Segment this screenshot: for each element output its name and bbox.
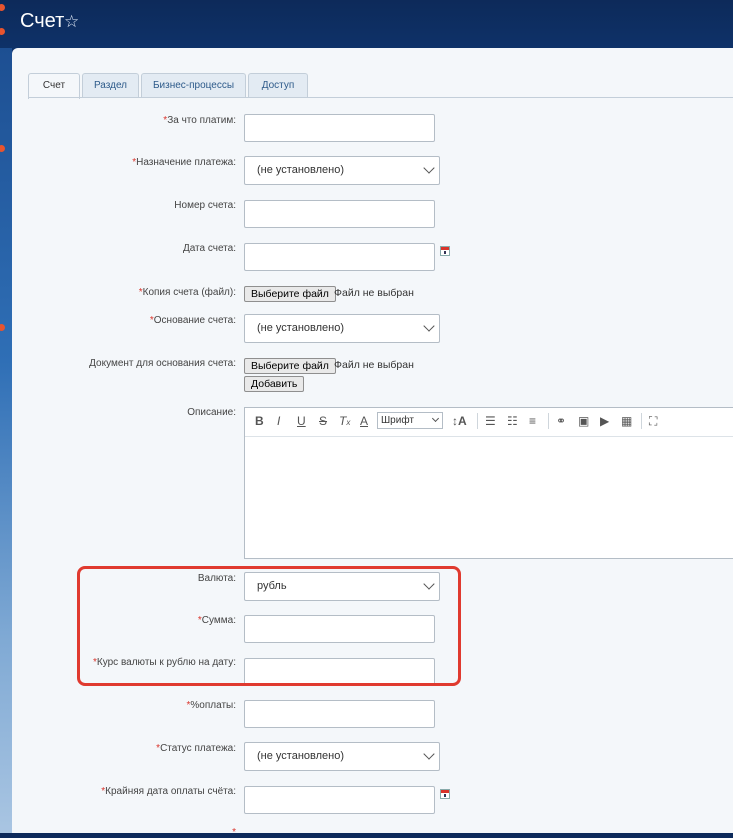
due-date-input[interactable] bbox=[244, 786, 435, 814]
tab-invoice[interactable]: Счет bbox=[28, 73, 80, 99]
page-title: Счет bbox=[20, 10, 65, 32]
toolbar-separator bbox=[548, 413, 549, 429]
table-icon[interactable]: ▦ bbox=[621, 414, 632, 428]
basis-select[interactable]: (не установлено) bbox=[244, 314, 440, 343]
add-button[interactable]: Добавить bbox=[244, 376, 305, 392]
toolbar-separator bbox=[477, 413, 478, 429]
notification-dot bbox=[0, 4, 5, 11]
chevron-down-icon bbox=[423, 320, 435, 332]
tab-access[interactable]: Доступ bbox=[248, 73, 308, 98]
italic-icon[interactable]: I bbox=[277, 414, 280, 428]
underline-icon[interactable]: U bbox=[297, 414, 306, 428]
text-color-icon[interactable]: A bbox=[360, 414, 368, 428]
paid-percent-label: *%оплаты: bbox=[186, 700, 237, 711]
pay-for-input[interactable] bbox=[244, 114, 435, 142]
toolbar-separator bbox=[641, 413, 642, 429]
title-bar: Счет ☆ bbox=[0, 0, 733, 48]
chevron-down-icon bbox=[423, 748, 435, 760]
purpose-label: *Назначение платежа: bbox=[132, 157, 236, 168]
description-label: Описание: bbox=[187, 407, 236, 418]
invoice-date-input[interactable] bbox=[244, 243, 435, 271]
numbered-list-icon[interactable]: ☰ bbox=[485, 414, 496, 428]
fullscreen-icon[interactable]: ⛶ bbox=[649, 414, 657, 429]
invoice-number-input[interactable] bbox=[244, 200, 435, 228]
font-size-icon[interactable]: ↕A bbox=[452, 414, 467, 428]
left-sidebar-strip bbox=[0, 48, 12, 833]
link-icon[interactable]: ⚭ bbox=[556, 414, 566, 428]
image-icon[interactable]: ▣ bbox=[578, 414, 589, 428]
invoice-copy-label: *Копия счета (файл): bbox=[138, 287, 236, 298]
notification-dot bbox=[0, 28, 5, 35]
calendar-icon[interactable] bbox=[440, 246, 450, 256]
font-select[interactable]: Шрифт bbox=[377, 412, 443, 429]
tab-section[interactable]: Раздел bbox=[82, 73, 139, 98]
form-panel: Счет Раздел Бизнес-процессы Доступ *За ч… bbox=[12, 48, 733, 838]
video-icon[interactable]: ▶ bbox=[600, 414, 609, 428]
description-editor[interactable]: B I U S Tx A Шрифт ↕A ☰ ☷ ≡ ⚭ ▣ ▶ ▦ ⛶ bbox=[244, 407, 733, 559]
bold-icon[interactable]: B bbox=[255, 414, 264, 428]
strikethrough-icon[interactable]: S bbox=[319, 414, 327, 428]
invoice-number-label: Номер счета: bbox=[174, 200, 236, 211]
file-status: Файл не выбран bbox=[334, 359, 414, 371]
highlight-frame bbox=[77, 566, 461, 686]
tab-divider bbox=[28, 97, 733, 98]
file-status: Файл не выбран bbox=[334, 287, 414, 299]
bullet-list-icon[interactable]: ☷ bbox=[507, 414, 518, 428]
pay-for-label: *За что платим: bbox=[163, 115, 236, 126]
tab-business-processes[interactable]: Бизнес-процессы bbox=[141, 73, 246, 98]
notification-dot bbox=[0, 324, 5, 331]
invoice-date-label: Дата счета: bbox=[182, 243, 236, 254]
chevron-down-icon bbox=[431, 414, 440, 423]
calendar-icon[interactable] bbox=[440, 789, 450, 799]
notification-dot bbox=[0, 145, 5, 152]
purpose-select[interactable]: (не установлено) bbox=[244, 156, 440, 185]
basis-label: *Основание счета: bbox=[149, 315, 236, 326]
paid-percent-input[interactable] bbox=[244, 700, 435, 728]
clear-format-icon[interactable]: Tx bbox=[339, 414, 350, 428]
editor-toolbar: B I U S Tx A Шрифт ↕A ☰ ☷ ≡ ⚭ ▣ ▶ ▦ ⛶ bbox=[245, 408, 733, 437]
choose-file-button[interactable]: Выберите файл bbox=[244, 358, 336, 374]
payment-status-select[interactable]: (не установлено) bbox=[244, 742, 440, 771]
due-date-label: *Крайняя дата оплаты счёта: bbox=[101, 786, 236, 797]
favorite-star-icon[interactable]: ☆ bbox=[64, 12, 79, 32]
basis-doc-label: Документ для основания счета: bbox=[89, 358, 236, 369]
chevron-down-icon bbox=[423, 162, 435, 174]
choose-file-button[interactable]: Выберите файл bbox=[244, 286, 336, 302]
align-icon[interactable]: ≡ bbox=[529, 414, 536, 428]
payment-status-label: *Статус платежа: bbox=[156, 743, 236, 754]
